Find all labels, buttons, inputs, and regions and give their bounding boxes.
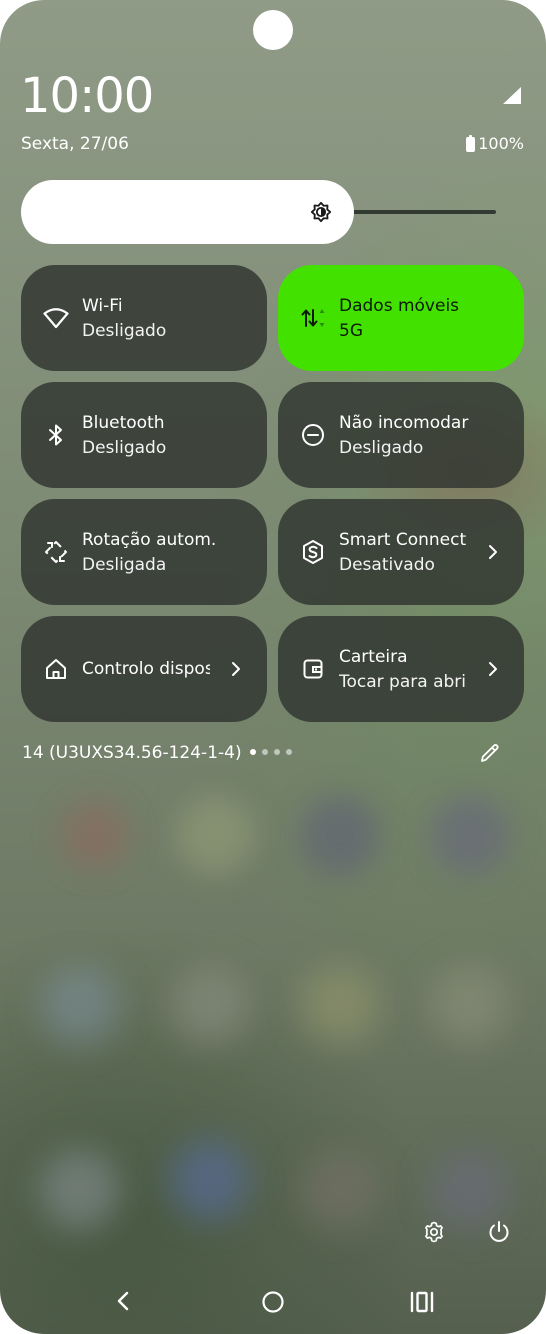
blurred-app-icon — [60, 800, 130, 870]
blurred-app-icon — [40, 1150, 120, 1230]
tile-bluetooth[interactable]: Bluetooth Desligado — [21, 382, 267, 488]
tile-do-not-disturb[interactable]: Não incomodar Desligado — [278, 382, 524, 488]
tile-status: Desligado — [82, 438, 167, 458]
tile-label: Dados móveis — [339, 296, 460, 316]
tile-label: Wi-Fi — [82, 296, 123, 316]
tile-smart-connect[interactable]: Smart Connect Desativado — [278, 499, 524, 605]
bluetooth-icon — [43, 422, 69, 448]
tile-status: Desligado — [82, 321, 167, 341]
auto-rotate-icon — [43, 539, 69, 565]
page-dot — [286, 749, 292, 755]
back-button[interactable] — [112, 1289, 136, 1313]
tile-label: Não incomodar — [339, 413, 469, 433]
edit-icon[interactable] — [478, 741, 502, 765]
brightness-slider[interactable] — [21, 180, 354, 244]
chevron-right-icon — [232, 662, 240, 676]
tile-auto-rotate[interactable]: Rotação autom. Desligada — [21, 499, 267, 605]
smart-connect-icon — [300, 539, 326, 565]
build-number[interactable]: 14 (U3UXS34.56-124-1-4) — [22, 742, 242, 764]
brightness-icon — [310, 201, 332, 223]
tile-status: Tocar para abrir — [339, 672, 467, 692]
page-dot — [274, 749, 280, 755]
quick-settings-screen: 10:00 Sexta, 27/06 100% Wi-Fi Desligado … — [0, 0, 546, 1334]
do-not-disturb-icon — [300, 422, 326, 448]
tile-label: Smart Connect — [339, 530, 467, 550]
battery-indicator: 100% — [466, 133, 524, 155]
page-dot — [262, 749, 268, 755]
tile-device-controls[interactable]: Controlo dispositivos — [21, 616, 267, 722]
chevron-right-icon — [489, 545, 497, 559]
settings-gear-icon[interactable] — [422, 1220, 446, 1244]
camera-cutout — [253, 10, 293, 50]
chevron-right-icon — [489, 662, 497, 676]
tile-label: Carteira — [339, 647, 408, 667]
signal-icon — [503, 87, 521, 104]
blurred-app-icon — [300, 1150, 380, 1230]
page-dot — [250, 749, 256, 755]
battery-percent: 100% — [478, 134, 524, 153]
blurred-app-icon — [170, 1140, 250, 1220]
blurred-app-icon — [300, 795, 380, 875]
blurred-app-icon — [430, 795, 510, 875]
blurred-app-icon — [430, 965, 510, 1045]
home-button[interactable] — [261, 1290, 285, 1314]
tile-label: Controlo dispositivos — [82, 659, 210, 679]
date: Sexta, 27/06 — [21, 134, 129, 154]
wallet-icon — [300, 656, 326, 682]
home-icon — [43, 656, 69, 682]
tile-wifi[interactable]: Wi-Fi Desligado — [21, 265, 267, 371]
tile-label: Rotação autom. — [82, 530, 217, 550]
page-indicator — [250, 749, 292, 755]
blurred-app-icon — [170, 965, 250, 1045]
blurred-app-icon — [300, 965, 380, 1045]
tile-status: 5G — [339, 321, 363, 341]
tile-wallet[interactable]: Carteira Tocar para abrir — [278, 616, 524, 722]
tile-mobile-data[interactable]: Dados móveis 5G — [278, 265, 524, 371]
mobile-data-icon — [300, 305, 326, 331]
tile-label: Bluetooth — [82, 413, 165, 433]
recent-apps-button[interactable] — [409, 1290, 435, 1314]
tile-status: Desligado — [339, 438, 424, 458]
blurred-app-icon — [430, 1150, 510, 1230]
tile-status: Desligada — [82, 555, 167, 575]
blurred-app-icon — [40, 965, 120, 1045]
battery-icon — [466, 134, 476, 152]
power-icon[interactable] — [486, 1219, 512, 1245]
blurred-app-icon — [175, 795, 255, 875]
clock: 10:00 — [20, 68, 154, 124]
wifi-icon — [43, 305, 69, 331]
tile-status: Desativado — [339, 555, 435, 575]
